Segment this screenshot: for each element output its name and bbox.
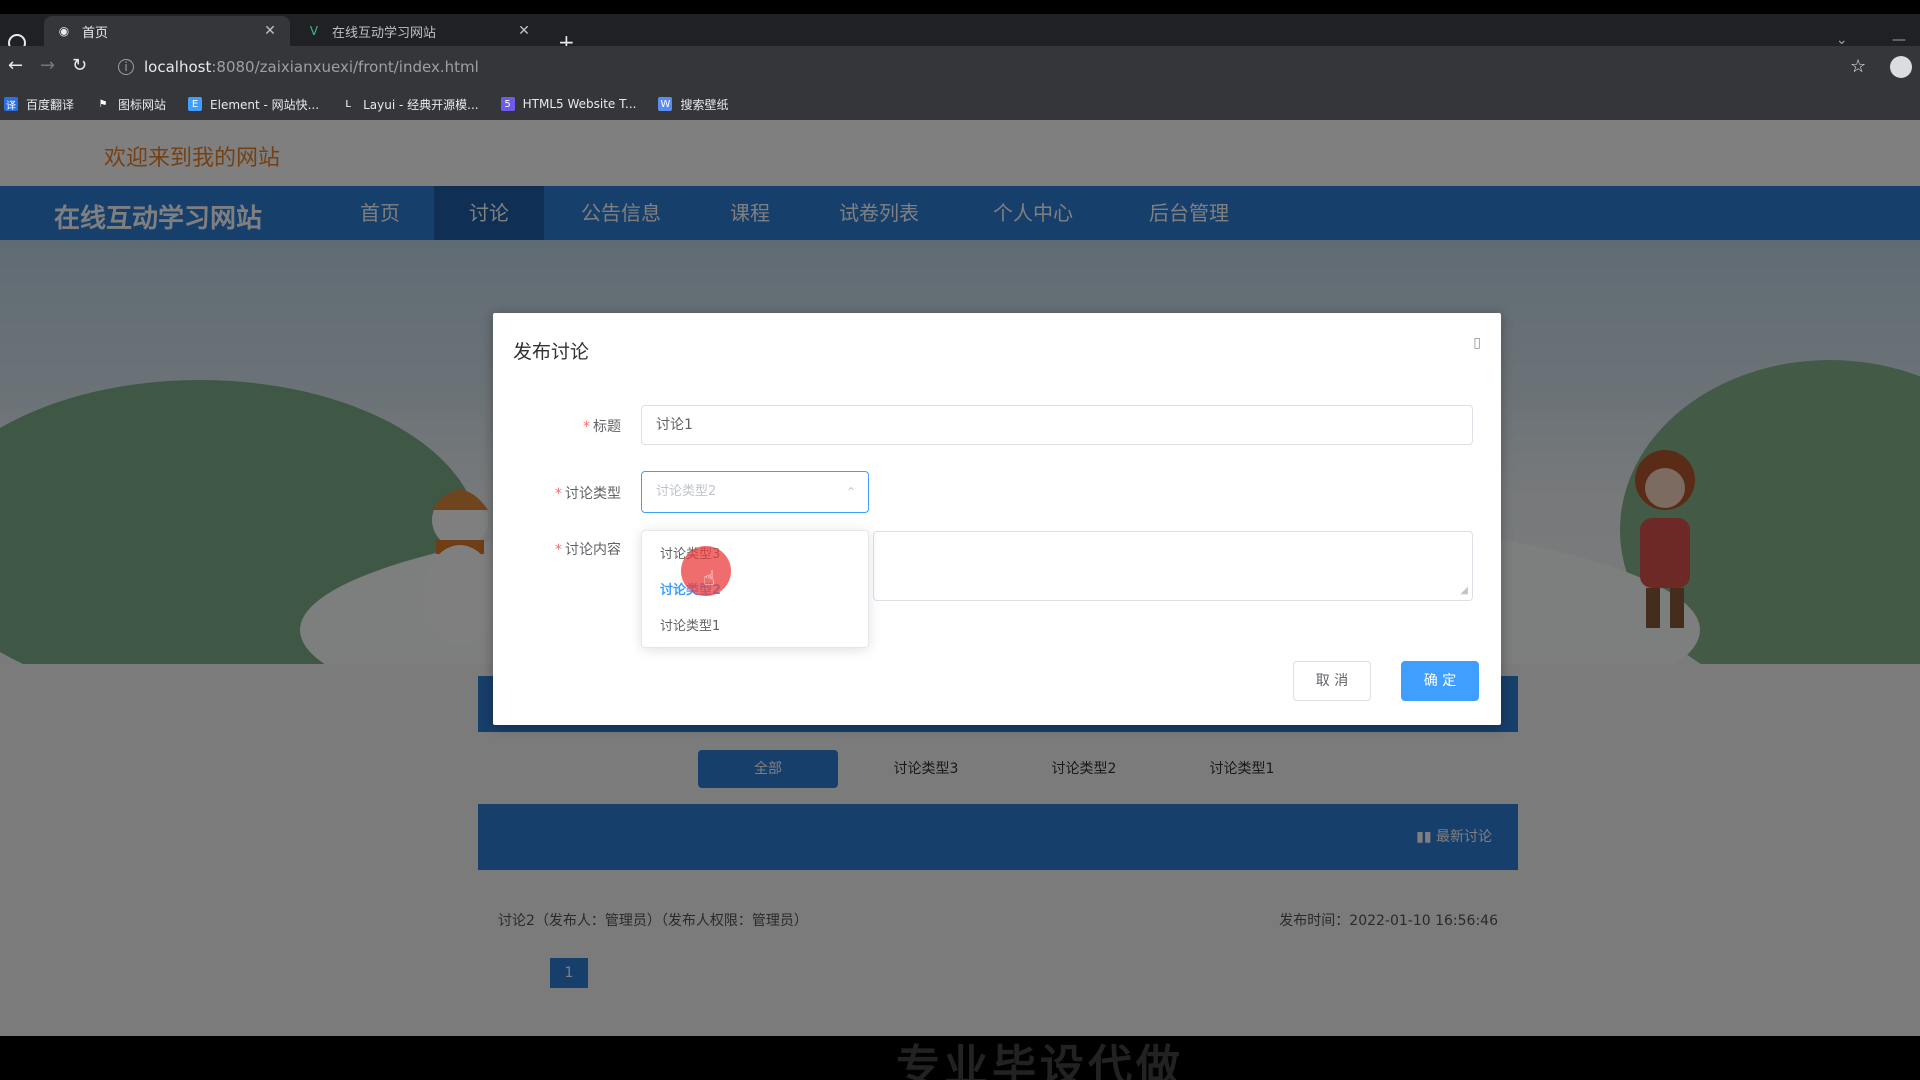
element-logo-icon: E [188, 97, 203, 111]
confirm-button[interactable]: 确 定 [1401, 661, 1479, 701]
browser-tab-home[interactable]: ◉ 首页 ✕ [44, 16, 290, 46]
bookmarks-bar: 译百度翻译 ⚑ 图标网站 E Element - 网站快... L Layui - 经… [0, 88, 1920, 120]
info-icon[interactable]: i [118, 59, 134, 75]
type-label: * 讨论类型 [555, 486, 621, 502]
globe-icon: ◉ [58, 24, 70, 38]
wallpaper-icon: W [658, 97, 673, 111]
option-type-1[interactable]: 讨论类型1 [642, 609, 868, 645]
flag-icon: ⚑ [98, 98, 108, 110]
dialog-title: 发布讨论 [513, 341, 590, 363]
bookmark-star-icon[interactable]: ☆ [1850, 56, 1866, 77]
bookmark-item[interactable]: E Element - 网站快... [188, 96, 319, 113]
browser-tabstrip: ◉ 首页 ✕ V 在线互动学习网站 ✕ + ⌄ — [0, 14, 1920, 52]
reload-icon[interactable]: ↻ [72, 56, 87, 76]
title-input[interactable]: 讨论1 [641, 405, 1473, 445]
bookmark-label: 图标网站 [118, 97, 167, 112]
back-icon[interactable]: ← [8, 56, 23, 76]
address-bar[interactable]: i localhost :8080/zaixianxuexi/front/ind… [108, 52, 1848, 82]
vue-logo-icon: V [309, 24, 319, 38]
close-icon[interactable]: ▯ [1473, 335, 1481, 351]
bookmark-item[interactable]: L Layui - 经典开源模... [341, 96, 478, 113]
tab-label: 在线互动学习网站 [332, 25, 437, 41]
layui-logo-icon: L [345, 98, 351, 110]
bookmark-label: Layui - 经典开源模... [363, 97, 479, 112]
browser-tab-site[interactable]: V 在线互动学习网站 ✕ [294, 16, 544, 46]
bookmark-label: Element - 网站快... [210, 97, 320, 112]
bookmark-item[interactable]: 译百度翻译 [4, 96, 74, 113]
title-label: * 标题 [583, 419, 621, 435]
caption-text: 专业毕设代做 [896, 1041, 1184, 1080]
hand-cursor-icon: ☝ [703, 566, 716, 590]
forward-icon[interactable]: → [40, 56, 55, 76]
translate-icon: 译 [4, 97, 18, 112]
resize-handle-icon[interactable]: ◢ [1460, 585, 1468, 596]
cancel-button[interactable]: 取 消 [1293, 661, 1371, 701]
html5-logo-icon: 5 [500, 97, 515, 111]
url-path: :8080/zaixianxuexi/front/index.html [211, 58, 479, 76]
close-icon[interactable]: ✕ [262, 23, 278, 39]
bookmark-item[interactable]: 5 HTML5 Website T... [500, 97, 637, 111]
bookmark-label: HTML5 Website T... [522, 97, 637, 111]
bookmark-label: 百度翻译 [26, 97, 75, 112]
option-type-2[interactable]: 讨论类型2 [642, 573, 868, 609]
tab-label: 首页 [82, 25, 109, 41]
close-icon[interactable]: ✕ [516, 23, 532, 39]
chevron-up-icon: ⌃ [845, 485, 856, 499]
option-type-3[interactable]: 讨论类型3 [642, 537, 868, 573]
content-textarea[interactable]: ◢ [873, 531, 1473, 601]
url-host: localhost [144, 58, 212, 76]
bookmark-label: 搜索壁纸 [680, 97, 729, 112]
type-select[interactable]: 讨论类型2 ⌃ [641, 471, 869, 513]
type-select-value: 讨论类型2 [656, 484, 717, 499]
video-caption: 专业毕设代做 [0, 1036, 1920, 1080]
profile-avatar[interactable] [1890, 56, 1912, 78]
bookmark-item[interactable]: W 搜索壁纸 [658, 96, 728, 113]
browser-toolbar: ← → ↻ i localhost :8080/zaixianxuexi/fro… [0, 46, 1920, 88]
post-discussion-dialog: 发布讨论 ▯ * 标题 讨论1 * 讨论类型 讨论类型2 ⌃ * 讨论内容 ◢ 讨论类… [493, 313, 1501, 725]
bookmark-item[interactable]: ⚑ 图标网站 [96, 96, 167, 113]
type-dropdown: 讨论类型3 讨论类型2 讨论类型1 [641, 530, 869, 648]
content-label: * 讨论内容 [555, 542, 621, 558]
